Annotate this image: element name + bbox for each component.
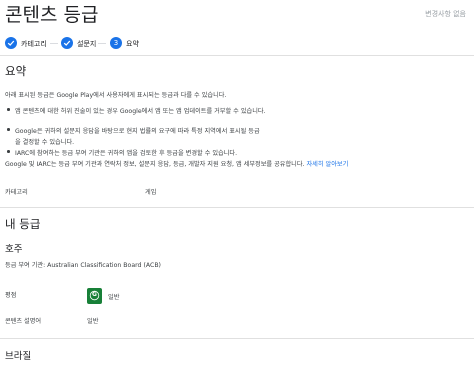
page-title: 콘텐츠 등급 [5, 4, 99, 26]
step-1-label[interactable]: 카테고리 [21, 39, 47, 49]
bullet-dot [7, 108, 10, 111]
category-label: 카테고리 [5, 189, 28, 196]
region-name-australia: 호주 [5, 244, 23, 255]
changes-status: 변경사항 없음 [425, 10, 466, 18]
summary-bullet: 앱 콘텐츠에 대한 허위 진술이 있는 경우 Google에서 앱 또는 앱 업… [15, 108, 266, 115]
divider [0, 207, 474, 208]
step-3-label[interactable]: 요약 [126, 39, 139, 49]
step-connector [98, 43, 106, 44]
category-value: 게임 [145, 189, 157, 196]
content-descriptor-value: 일반 [87, 318, 99, 325]
bullet-dot [7, 128, 10, 131]
summary-bullet: IARC에 참여하는 등급 부여 기관은 귀하의 앱을 검토한 후 등급을 변경… [15, 150, 238, 157]
content-descriptor-label: 콘텐츠 설명어 [5, 318, 42, 325]
step-2-check-icon[interactable] [61, 37, 73, 49]
region-name-brazil: 브라질 [5, 351, 32, 362]
rating-authority: 등급 부여 기관: Australian Classification Boar… [5, 262, 161, 269]
rating-label: 평점 [5, 292, 17, 299]
summary-heading: 요약 [5, 64, 27, 78]
bullet-dot [7, 150, 10, 153]
summary-bullet: Google은 귀하의 설문지 응답을 바탕으로 현지 법률의 요구에 따라 특… [15, 128, 260, 135]
summary-bullet-continued: 을 결정할 수 있습니다. [15, 139, 75, 146]
summary-intro: 아래 표시된 등급은 Google Play에서 사용자에게 표시되는 등급과 … [5, 92, 227, 99]
step-2-label[interactable]: 설문지 [77, 39, 96, 49]
learn-more-link[interactable]: 자세히 알아보기 [306, 161, 348, 168]
divider [0, 55, 474, 56]
step-3-number[interactable]: 3 [110, 37, 122, 49]
step-connector [50, 43, 58, 44]
divider [0, 338, 474, 339]
iarc-note-text: Google 및 IARC는 등급 부여 기관과 연락처 정보, 설문지 응답,… [5, 161, 305, 168]
step-1-check-icon[interactable] [5, 37, 17, 49]
iarc-note: Google 및 IARC는 등급 부여 기관과 연락처 정보, 설문지 응답,… [5, 159, 348, 168]
rating-value: 일반 [108, 294, 120, 301]
rating-icon-letter: G [92, 291, 97, 298]
acb-general-icon: G [87, 288, 102, 304]
my-ratings-heading: 내 등급 [5, 217, 41, 231]
